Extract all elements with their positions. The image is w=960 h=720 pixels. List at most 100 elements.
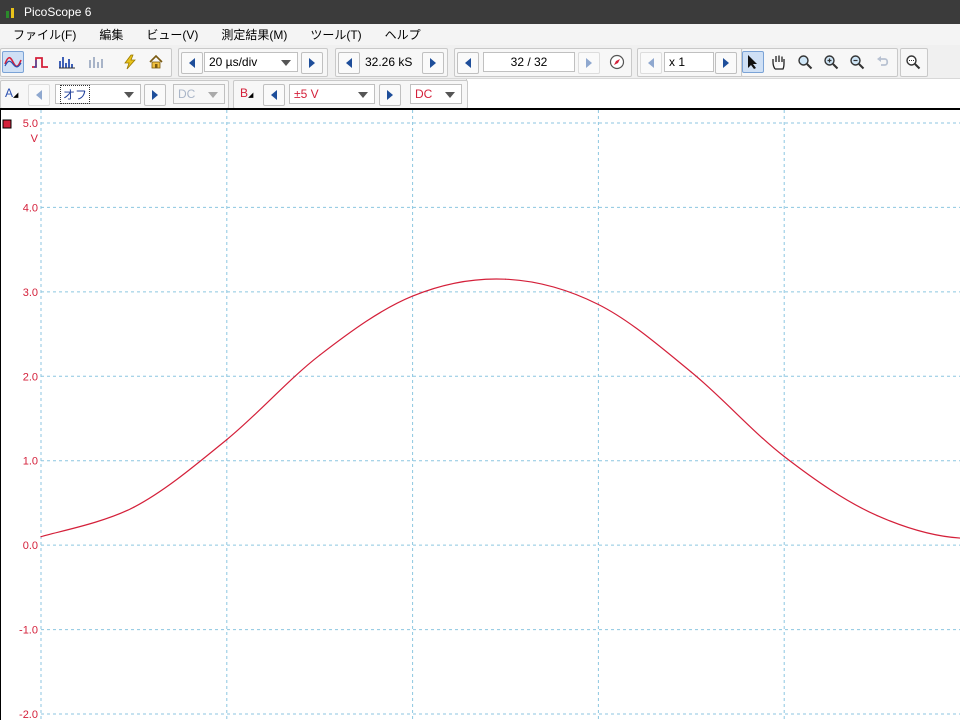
samples-display: 32.26 kS <box>361 52 421 72</box>
hand-tool-button[interactable] <box>768 51 790 73</box>
picoscope-app-icon <box>6 8 14 18</box>
select-tool-button[interactable] <box>742 51 764 73</box>
spectrum-mode-icon <box>59 57 75 69</box>
zoom-to-fit-button[interactable] <box>902 51 924 73</box>
y-tick-label: -1.0 <box>19 625 38 637</box>
main-toolbar: 20 µs/div 32.26 kS 32 / 32 x 1 <box>0 45 960 79</box>
waveform-data-point <box>319 354 321 356</box>
channel-a-menu-icon: ◢ <box>13 92 19 99</box>
right-arrow-icon <box>309 58 315 68</box>
undo-zoom-button[interactable] <box>872 51 894 73</box>
channel-a-range-value: オフ <box>60 84 91 104</box>
chevron-down-icon <box>445 92 455 98</box>
zoom-overview-group <box>900 48 928 77</box>
channel-b-range-decrease-button[interactable] <box>263 84 285 106</box>
zoom-factor-field[interactable]: x 1 <box>664 52 714 72</box>
menu-help[interactable]: ヘルプ <box>372 26 431 43</box>
home-icon <box>149 54 163 69</box>
samples-value: 32.26 kS <box>365 55 413 69</box>
persistence-mode-button[interactable] <box>29 51 51 73</box>
menu-file[interactable]: ファイル(F) <box>0 26 86 43</box>
zoom-factor-value: x 1 <box>669 55 686 69</box>
zoom-factor-control: x 1 <box>637 48 743 77</box>
channel-b-range-select[interactable]: ±5 V <box>289 84 375 104</box>
hand-icon <box>772 55 785 70</box>
waveform-data-point <box>133 506 135 508</box>
zoom-out-button[interactable] <box>846 51 868 73</box>
channel-b-coupling-value: DC <box>415 87 433 101</box>
channel-a-range-increase-button[interactable] <box>144 84 166 106</box>
channel-a-letter: A <box>5 86 14 100</box>
channel-b-coupling-select[interactable]: DC <box>410 84 462 104</box>
timebase-select[interactable]: 20 µs/div <box>204 52 298 72</box>
magnifier-icon <box>798 55 813 70</box>
right-arrow-icon <box>586 58 592 68</box>
chevron-down-icon <box>208 92 218 98</box>
channel-toolbar: A◢ オフ DC B◢ ±5 V DC <box>0 79 468 109</box>
channel-a-label[interactable]: A◢ <box>5 86 18 100</box>
menu-tools[interactable]: ツール(T) <box>297 26 371 43</box>
channel-a-controls: A◢ オフ DC <box>0 80 229 109</box>
view-tools-group <box>741 48 898 77</box>
samples-increase-button[interactable] <box>422 52 444 74</box>
waveform-data-point <box>412 295 414 297</box>
left-arrow-icon <box>189 58 195 68</box>
channel-b-label[interactable]: B◢ <box>240 86 253 100</box>
zoom-factor-increase-button[interactable] <box>715 52 737 74</box>
waveform-plot[interactable]: 5.0 4.0 3.0 2.0 1.0 0.0 -1.0 -2.0 V <box>0 110 960 720</box>
previous-buffer-button[interactable] <box>457 52 479 74</box>
y-unit-label: V <box>31 133 39 145</box>
scope-mode-button[interactable] <box>2 51 24 73</box>
zoom-in-button[interactable] <box>820 51 842 73</box>
auto-setup-button[interactable] <box>119 51 141 73</box>
bars-disabled-icon <box>89 57 103 68</box>
waveform-data-point <box>226 439 228 441</box>
default-setup-button[interactable] <box>145 51 167 73</box>
channel-b-range-value: ±5 V <box>294 87 319 101</box>
left-arrow-icon <box>346 58 352 68</box>
channel-a-range-decrease-button[interactable] <box>28 84 50 106</box>
left-arrow-icon <box>271 90 277 100</box>
waveform-data-point <box>783 455 785 458</box>
persistence-mode-icon <box>32 57 48 68</box>
scope-view[interactable]: 5.0 4.0 3.0 2.0 1.0 0.0 -1.0 -2.0 V <box>0 108 960 720</box>
buffer-index-field[interactable]: 32 / 32 <box>483 52 575 72</box>
y-tick-label: 5.0 <box>23 118 38 130</box>
y-tick-label: 2.0 <box>23 371 38 383</box>
menu-view[interactable]: ビュー(V) <box>133 26 208 43</box>
channel-a-coupling-value: DC <box>178 87 196 101</box>
buffer-navigation: 32 / 32 <box>454 48 632 77</box>
channel-b-waveform <box>40 278 960 539</box>
menu-bar: ファイル(F) 編集 ビュー(V) 測定結果(M) ツール(T) ヘルプ <box>0 24 960 45</box>
timebase-increase-button[interactable] <box>301 52 323 74</box>
y-tick-label: 4.0 <box>23 202 38 214</box>
y-tick-label: 0.0 <box>23 540 38 552</box>
y-tick-label: 1.0 <box>23 456 38 468</box>
waveform-data-point <box>876 514 878 517</box>
channel-a-range-select[interactable]: オフ <box>55 84 141 104</box>
scope-mode-icon <box>4 56 22 68</box>
channel-b-controls: B◢ ±5 V DC <box>233 80 468 109</box>
menu-edit[interactable]: 編集 <box>86 26 133 43</box>
channel-b-range-increase-button[interactable] <box>379 84 401 106</box>
buffer-navigator-button[interactable] <box>606 51 628 73</box>
spectrum-mode-button[interactable] <box>56 51 78 73</box>
next-buffer-button[interactable] <box>578 52 600 74</box>
right-arrow-icon <box>723 58 729 68</box>
y-tick-label: -2.0 <box>19 709 38 720</box>
left-arrow-icon <box>648 58 654 68</box>
menu-measurements[interactable]: 測定結果(M) <box>208 26 297 43</box>
samples-decrease-button[interactable] <box>338 52 360 74</box>
timebase-decrease-button[interactable] <box>181 52 203 74</box>
chevron-down-icon <box>124 92 134 98</box>
math-channel-button[interactable] <box>85 51 107 73</box>
chevron-down-icon <box>281 60 291 66</box>
zoom-tool-button[interactable] <box>794 51 816 73</box>
zoom-in-icon <box>824 55 839 70</box>
channel-a-coupling-select[interactable]: DC <box>173 84 225 104</box>
waveform-data-point <box>504 278 507 280</box>
zoom-factor-decrease-button[interactable] <box>640 52 662 74</box>
left-arrow-icon <box>36 90 42 100</box>
samples-control: 32.26 kS <box>335 48 448 77</box>
chevron-down-icon <box>358 92 368 98</box>
